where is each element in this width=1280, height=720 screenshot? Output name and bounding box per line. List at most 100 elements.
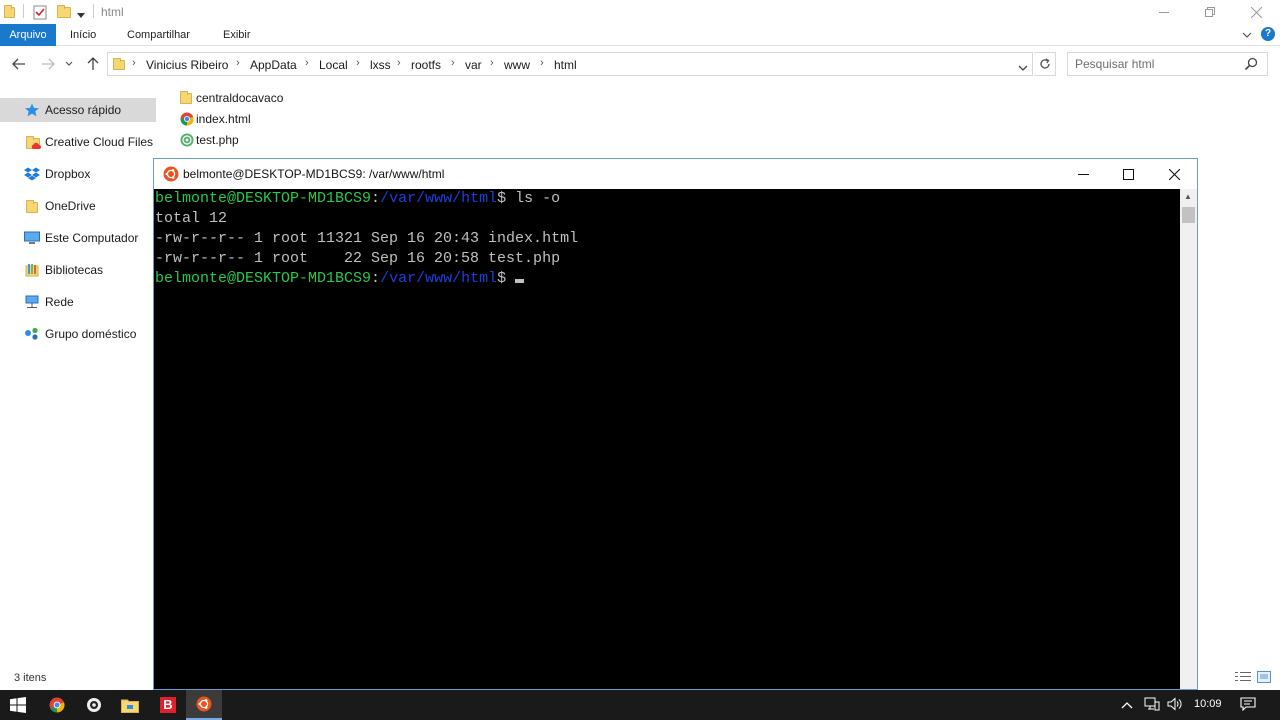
refresh-button[interactable] <box>1034 52 1056 76</box>
terminal-cursor <box>515 279 525 283</box>
breadcrumb-vinicius-ribeiro[interactable]: Vinicius Ribeiro <box>146 58 228 72</box>
details-view-button[interactable] <box>1235 671 1253 687</box>
nav-item-label: Dropbox <box>45 167 91 181</box>
close-button[interactable] <box>1233 0 1279 24</box>
ubuntu-icon <box>163 166 179 182</box>
minimize-icon <box>1077 173 1089 175</box>
large-icons-view-button[interactable] <box>1257 671 1275 687</box>
taskbar-app[interactable] <box>76 690 112 720</box>
breadcrumb-local[interactable]: Local <box>319 58 348 72</box>
taskbar-ubuntu[interactable] <box>186 690 222 720</box>
terminal-title-bar[interactable]: belmonte@DESKTOP-MD1BCS9: /var/www/html <box>154 159 1197 189</box>
address-bar[interactable]: › Vinicius Ribeiro › AppData › Local › l… <box>107 52 1033 76</box>
list-item-test-php[interactable]: test.php <box>176 130 376 150</box>
up-button[interactable] <box>83 54 103 74</box>
chevron-down-icon <box>65 61 73 66</box>
prompt-path: /var/www/html <box>380 190 498 207</box>
terminal-command: ls -o <box>515 190 561 207</box>
action-center-icon[interactable] <box>1240 697 1256 714</box>
computer-icon <box>24 231 40 245</box>
breadcrumb-html[interactable]: html <box>554 58 577 72</box>
breadcrumb-separator[interactable]: › <box>356 57 360 69</box>
nav-item-rede[interactable]: Rede <box>0 290 156 314</box>
tab-arquivo[interactable]: Arquivo <box>0 24 56 46</box>
terminal-line[interactable]: belmonte@DESKTOP-MD1BCS9:/var/www/html$ <box>155 269 1180 289</box>
terminal-window[interactable]: belmonte@DESKTOP-MD1BCS9: /var/www/html … <box>153 158 1198 690</box>
folder-icon <box>24 199 40 213</box>
folder-icon <box>180 91 194 105</box>
address-dropdown-icon[interactable] <box>1018 61 1028 75</box>
close-icon <box>1168 168 1180 180</box>
app-icon <box>87 698 101 712</box>
nav-item-dropbox[interactable]: Dropbox <box>0 162 156 186</box>
item-count: 3 itens <box>14 672 47 684</box>
minimize-button[interactable] <box>1141 0 1187 24</box>
terminal-scrollbar[interactable]: ▲ <box>1180 189 1197 689</box>
quick-access-dropdown-icon[interactable] <box>77 8 85 22</box>
clock[interactable]: 10:09 <box>1194 698 1222 710</box>
terminal-minimize-button[interactable] <box>1060 159 1106 189</box>
breadcrumb-separator[interactable]: › <box>451 57 455 69</box>
scroll-up-icon[interactable]: ▲ <box>1184 192 1192 201</box>
forward-button[interactable] <box>38 54 58 74</box>
terminal-line: total 12 <box>155 210 228 227</box>
taskbar-file-explorer[interactable] <box>112 690 148 720</box>
nav-item-creative-cloud-files[interactable]: Creative Cloud Files <box>0 130 156 154</box>
restore-button[interactable] <box>1187 0 1233 24</box>
tab-compartilhar[interactable]: Compartilhar <box>119 24 198 46</box>
breadcrumb-appdata[interactable]: AppData <box>250 58 297 72</box>
recent-locations-button[interactable] <box>62 54 76 74</box>
terminal-line: -rw-r--r-- 1 root 11321 Sep 16 20:43 ind… <box>155 230 579 247</box>
tab-inicio[interactable]: Início <box>62 24 104 46</box>
taskbar-chrome[interactable] <box>39 690 75 720</box>
nav-item-onedrive[interactable]: OneDrive <box>0 194 156 218</box>
breadcrumb-separator[interactable]: › <box>305 57 309 69</box>
list-item-centraldocavaco[interactable]: centraldocavaco <box>176 88 376 108</box>
taskbar-b-app[interactable]: B <box>150 690 186 720</box>
terminal-line: -rw-r--r-- 1 root 22 Sep 16 20:58 test.p… <box>155 250 561 267</box>
scrollbar-thumb[interactable] <box>1182 207 1195 223</box>
search-input[interactable] <box>1067 52 1268 76</box>
large-icons-view-icon <box>1257 671 1271 683</box>
breadcrumb-lxss[interactable]: lxss <box>370 58 391 72</box>
show-hidden-icons-icon[interactable] <box>1121 698 1133 712</box>
network-tray-icon[interactable] <box>1144 697 1160 714</box>
breadcrumb-separator[interactable]: › <box>490 57 494 69</box>
list-item-index-html[interactable]: index.html <box>176 109 376 129</box>
ribbon-expand-icon[interactable] <box>1242 29 1252 43</box>
breadcrumb-var[interactable]: var <box>465 58 482 72</box>
nav-item-grupo-domestico[interactable]: Grupo doméstico <box>0 322 156 346</box>
breadcrumb-www[interactable]: www <box>504 58 530 72</box>
explorer-title-bar[interactable]: html <box>0 0 1280 24</box>
search-icon[interactable] <box>1244 57 1258 71</box>
address-row: › Vinicius Ribeiro › AppData › Local › l… <box>0 50 1280 78</box>
ubuntu-icon <box>196 696 212 712</box>
breadcrumb-separator[interactable]: › <box>236 57 240 69</box>
taskbar: B 10:09 <box>0 690 1280 720</box>
nav-item-label: Rede <box>45 295 74 309</box>
start-button[interactable] <box>0 690 36 720</box>
nav-item-bibliotecas[interactable]: Bibliotecas <box>0 258 156 282</box>
terminal-maximize-button[interactable] <box>1105 159 1151 189</box>
terminal-output[interactable]: belmonte@DESKTOP-MD1BCS9:/var/www/html$ … <box>154 189 1180 689</box>
properties-icon[interactable] <box>33 5 47 23</box>
file-name: test.php <box>196 133 239 147</box>
tab-exibir[interactable]: Exibir <box>215 24 259 46</box>
breadcrumb-separator[interactable]: › <box>132 57 136 69</box>
nav-item-acesso-rapido[interactable]: Acesso rápido <box>0 98 156 122</box>
dropbox-icon <box>24 167 40 181</box>
maximize-icon <box>1122 168 1134 180</box>
breadcrumb-separator[interactable]: › <box>397 57 401 69</box>
nav-item-este-computador[interactable]: Este Computador <box>0 226 156 250</box>
breadcrumb-separator[interactable]: › <box>540 57 544 69</box>
breadcrumb-rootfs[interactable]: rootfs <box>411 58 441 72</box>
volume-icon[interactable] <box>1167 697 1183 714</box>
star-icon <box>24 103 40 117</box>
restore-icon <box>1205 7 1215 17</box>
help-icon[interactable]: ? <box>1261 27 1275 41</box>
terminal-close-button[interactable] <box>1151 159 1197 189</box>
back-button[interactable] <box>9 54 29 74</box>
libraries-icon <box>24 263 40 277</box>
chrome-icon <box>49 697 65 713</box>
nav-item-label: OneDrive <box>45 199 96 213</box>
